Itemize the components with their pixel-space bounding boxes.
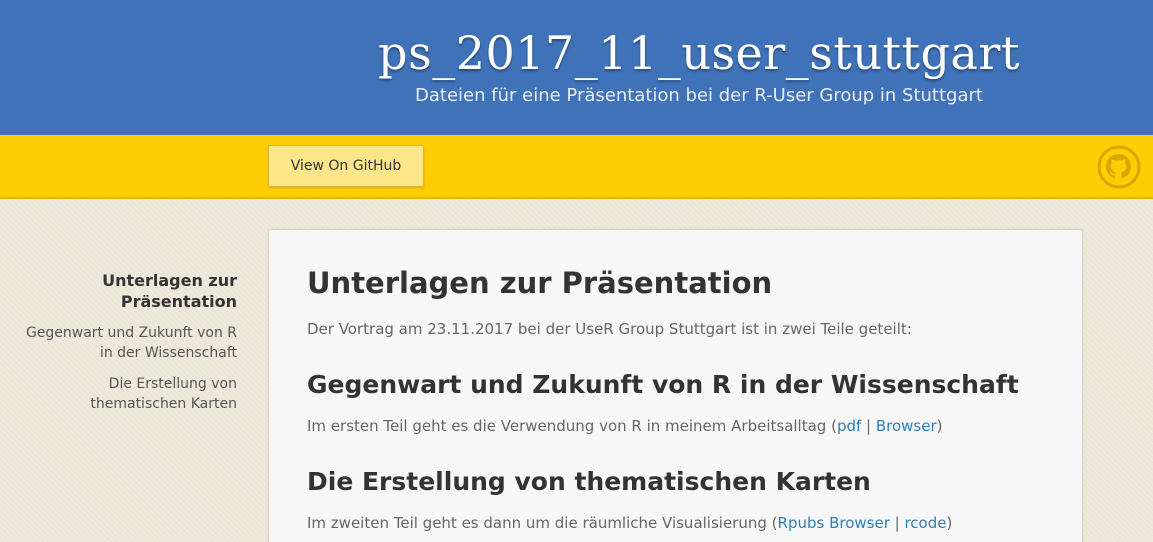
sidebar-item-karten[interactable]: Die Erstellung von thematischen Karten (0, 374, 237, 414)
sidebar-item-label: Die Erstellung von (108, 376, 237, 392)
text-fragment: Im ersten Teil geht es die Verwendung vo… (307, 417, 837, 435)
site-subtitle: Dateien für eine Präsentation bei der R-… (415, 85, 983, 106)
browser-link[interactable]: Browser (876, 417, 937, 435)
sidebar-toc: Unterlagen zur Präsentation Gegenwart un… (0, 270, 237, 414)
link-separator: | (889, 514, 905, 532)
page-heading: Unterlagen zur Präsentation (307, 266, 773, 300)
section-text-karten: Im zweiten Teil geht es dann um die räum… (307, 514, 952, 532)
text-fragment: ) (946, 514, 953, 532)
text-fragment: Im zweiten Teil geht es dann um die räum… (307, 514, 778, 532)
main-content: Unterlagen zur Präsentation Der Vortrag … (268, 229, 1083, 542)
sidebar-item-label: Gegenwart und Zukunft von R (25, 325, 237, 341)
sidebar-item-label: thematischen Karten (90, 396, 237, 412)
rcode-link[interactable]: rcode (904, 514, 946, 532)
sidebar-item-gegenwart[interactable]: Gegenwart und Zukunft von R in der Wisse… (0, 323, 237, 363)
section-text-gegenwart: Im ersten Teil geht es die Verwendung vo… (307, 417, 943, 435)
github-octocat-icon[interactable] (1097, 145, 1141, 189)
rpubs-browser-link[interactable]: Rpubs Browser (778, 514, 890, 532)
sidebar-item-label: in der Wissenschaft (99, 345, 237, 361)
banner: View On GitHub (0, 135, 1153, 199)
toc-title-line1: Unterlagen zur (102, 271, 237, 290)
toc-title-line2: Präsentation (120, 292, 237, 311)
section-heading-karten: Die Erstellung von thematischen Karten (307, 467, 871, 496)
view-on-github-button[interactable]: View On GitHub (268, 145, 424, 187)
site-title: ps_2017_11_user_stuttgart (378, 26, 1020, 80)
pdf-link[interactable]: pdf (837, 417, 861, 435)
link-separator: | (861, 417, 876, 435)
site-header: ps_2017_11_user_stuttgart Dateien für ei… (0, 0, 1153, 135)
intro-text: Der Vortrag am 23.11.2017 bei der UseR G… (307, 320, 912, 338)
section-heading-gegenwart: Gegenwart und Zukunft von R in der Wisse… (307, 370, 1019, 399)
toc-title: Unterlagen zur Präsentation (0, 270, 237, 312)
text-fragment: ) (936, 417, 943, 435)
